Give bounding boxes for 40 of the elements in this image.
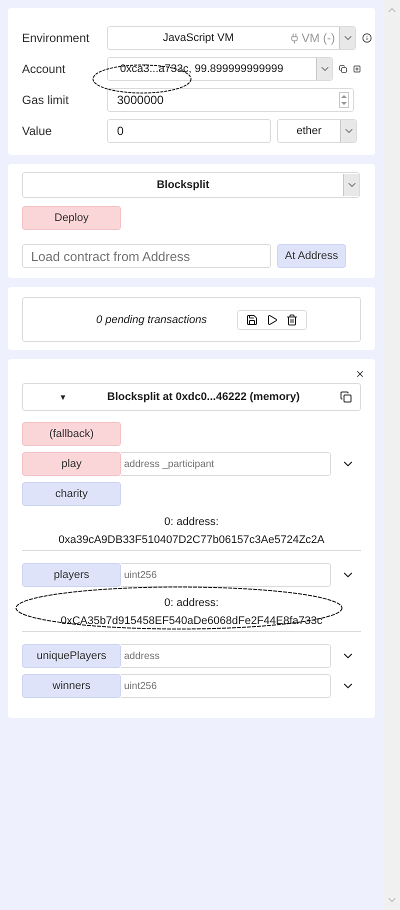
- function-button[interactable]: winners: [22, 674, 121, 698]
- output-text: 0xa39cA9DB33F510407D2C77b06157c3Ae5724Zc2A: [58, 534, 325, 546]
- output-text: 0: address:: [164, 597, 219, 609]
- contract-select[interactable]: Blocksplit: [22, 172, 360, 198]
- copy-icon[interactable]: [340, 391, 352, 403]
- copy-icon[interactable]: [339, 63, 347, 75]
- play-icon[interactable]: [266, 314, 278, 326]
- trash-icon[interactable]: [286, 314, 298, 326]
- info-icon[interactable]: [362, 33, 372, 43]
- function-button[interactable]: (fallback): [22, 422, 121, 446]
- value-label: Value: [22, 124, 53, 138]
- function-button[interactable]: charity: [22, 482, 121, 506]
- plug-icon: [288, 32, 300, 44]
- pending-text: 0 pending transactions: [96, 314, 207, 326]
- save-icon[interactable]: [246, 314, 258, 326]
- argument-field[interactable]: uint256: [121, 674, 331, 698]
- gas-limit-field[interactable]: 3000000: [107, 88, 354, 112]
- instance-header[interactable]: ▼ Blocksplit at 0xdc0...46222 (memory): [22, 383, 361, 411]
- address-field[interactable]: Load contract from Address: [22, 244, 271, 268]
- gas-limit-label: Gas limit: [22, 93, 70, 107]
- instance-title: Blocksplit at 0xdc0...46222 (memory): [106, 391, 301, 403]
- provider-label: VM (-): [302, 31, 335, 45]
- value-field[interactable]: 0: [107, 119, 271, 143]
- function-button[interactable]: uniquePlayers: [22, 644, 121, 668]
- plus-icon[interactable]: [353, 63, 361, 75]
- spinner-icon[interactable]: [339, 92, 349, 108]
- deploy-button[interactable]: Deploy: [22, 206, 121, 230]
- function-button[interactable]: play: [22, 452, 121, 476]
- environment-select[interactable]: JavaScript VM VM (-): [107, 26, 356, 50]
- close-icon[interactable]: [355, 369, 365, 379]
- account-label: Account: [22, 62, 66, 76]
- unit-select[interactable]: ether: [277, 119, 357, 143]
- caret-text[interactable]: ▼: [59, 392, 67, 402]
- environment-label: Environment: [22, 31, 90, 45]
- argument-field[interactable]: address: [121, 644, 331, 668]
- argument-field[interactable]: address _participant: [121, 452, 331, 476]
- at-address-button[interactable]: At Address: [277, 244, 346, 268]
- output-text: 0: address:: [164, 516, 219, 528]
- function-button[interactable]: players: [22, 563, 121, 587]
- argument-field[interactable]: uint256: [121, 563, 331, 587]
